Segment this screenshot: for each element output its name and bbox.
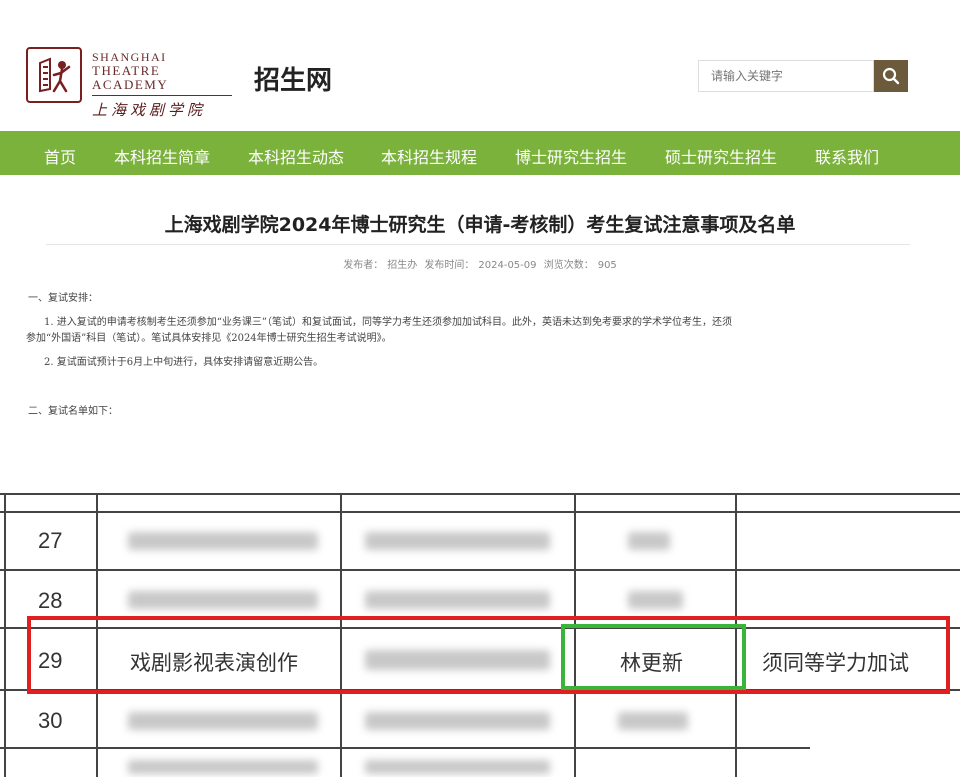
publisher: 招生办 xyxy=(387,260,418,271)
title-divider xyxy=(46,244,910,245)
nav-item-contact[interactable]: 联系我们 xyxy=(815,144,879,168)
section1-heading: 一、复试安排： xyxy=(28,293,98,304)
redacted-cell xyxy=(628,591,683,609)
article-meta: 发布者： 招生办 发布时间： 2024-05-09 浏览次数： 905 xyxy=(0,256,960,271)
table-line xyxy=(0,569,960,571)
redacted-cell xyxy=(365,532,550,550)
paragraph-1-line-2: 参加“外国语”科目（笔试）。笔试具体安排见《2024年博士研究生招生考试说明》。 xyxy=(26,333,392,344)
table-line xyxy=(0,493,960,495)
search-button[interactable] xyxy=(874,60,908,92)
publisher-label: 发布者： xyxy=(343,260,384,271)
redacted-cell xyxy=(128,532,318,550)
time-label: 发布时间： xyxy=(424,260,475,271)
paragraph-2: 2. 复试面试预计于6月上中旬进行，具体安排请留意近期公告。 xyxy=(44,357,324,368)
nav-item-undergrad-news[interactable]: 本科招生动态 xyxy=(248,144,344,168)
site-name: 招生网 xyxy=(254,66,333,96)
main-nav: 首页 本科招生简章 本科招生动态 本科招生规程 博士研究生招生 硕士研究生招生 … xyxy=(0,131,960,175)
logo-en-line1: SHANGHAI xyxy=(92,50,167,64)
redacted-cell xyxy=(618,712,688,730)
row-number: 27 xyxy=(38,528,63,553)
views-label: 浏览次数： xyxy=(543,260,594,271)
article-title: 上海戏剧学院2024年博士研究生（申请-考核制）考生复试注意事项及名单 xyxy=(164,214,796,236)
site-header: SHANGHAI THEATRE ACADEMY 上海戏剧学院 招生网 xyxy=(0,0,960,130)
redacted-cell xyxy=(365,712,550,730)
redacted-cell xyxy=(128,712,318,730)
redacted-cell xyxy=(128,591,318,609)
section2-heading: 二、复试名单如下： xyxy=(28,406,118,417)
redacted-cell xyxy=(365,591,550,609)
redacted-cell xyxy=(365,760,550,774)
logo-cn: 上海戏剧学院 xyxy=(92,101,207,119)
nav-item-undergrad-brochure[interactable]: 本科招生简章 xyxy=(114,144,210,168)
highlight-box-green xyxy=(561,624,746,690)
table-line xyxy=(4,493,6,777)
table-line xyxy=(0,511,960,513)
publish-time: 2024-05-09 xyxy=(478,260,537,271)
nav-item-home[interactable]: 首页 xyxy=(44,144,76,168)
redacted-cell xyxy=(128,760,318,774)
logo-wordmark[interactable]: SHANGHAI THEATRE ACADEMY 上海戏剧学院 xyxy=(92,50,232,120)
row-number: 30 xyxy=(38,708,63,733)
row-number: 28 xyxy=(38,588,63,613)
paragraph-1-line-1: 1. 进入复试的申请考核制考生还须参加“业务课三”（笔试）和复试面试，同等学力考… xyxy=(44,317,732,328)
academy-logo-icon[interactable] xyxy=(26,47,82,103)
search-input[interactable] xyxy=(698,60,874,92)
logo-en-line2: THEATRE ACADEMY xyxy=(92,64,232,96)
redacted-cell xyxy=(628,532,670,550)
nav-item-masters[interactable]: 硕士研究生招生 xyxy=(665,144,777,168)
nav-item-undergrad-rules[interactable]: 本科招生规程 xyxy=(381,144,477,168)
table-line xyxy=(0,747,810,749)
view-count: 905 xyxy=(597,260,617,271)
search-icon xyxy=(882,67,900,85)
highlight-box-red xyxy=(27,616,950,694)
nav-item-doctoral[interactable]: 博士研究生招生 xyxy=(515,144,627,168)
